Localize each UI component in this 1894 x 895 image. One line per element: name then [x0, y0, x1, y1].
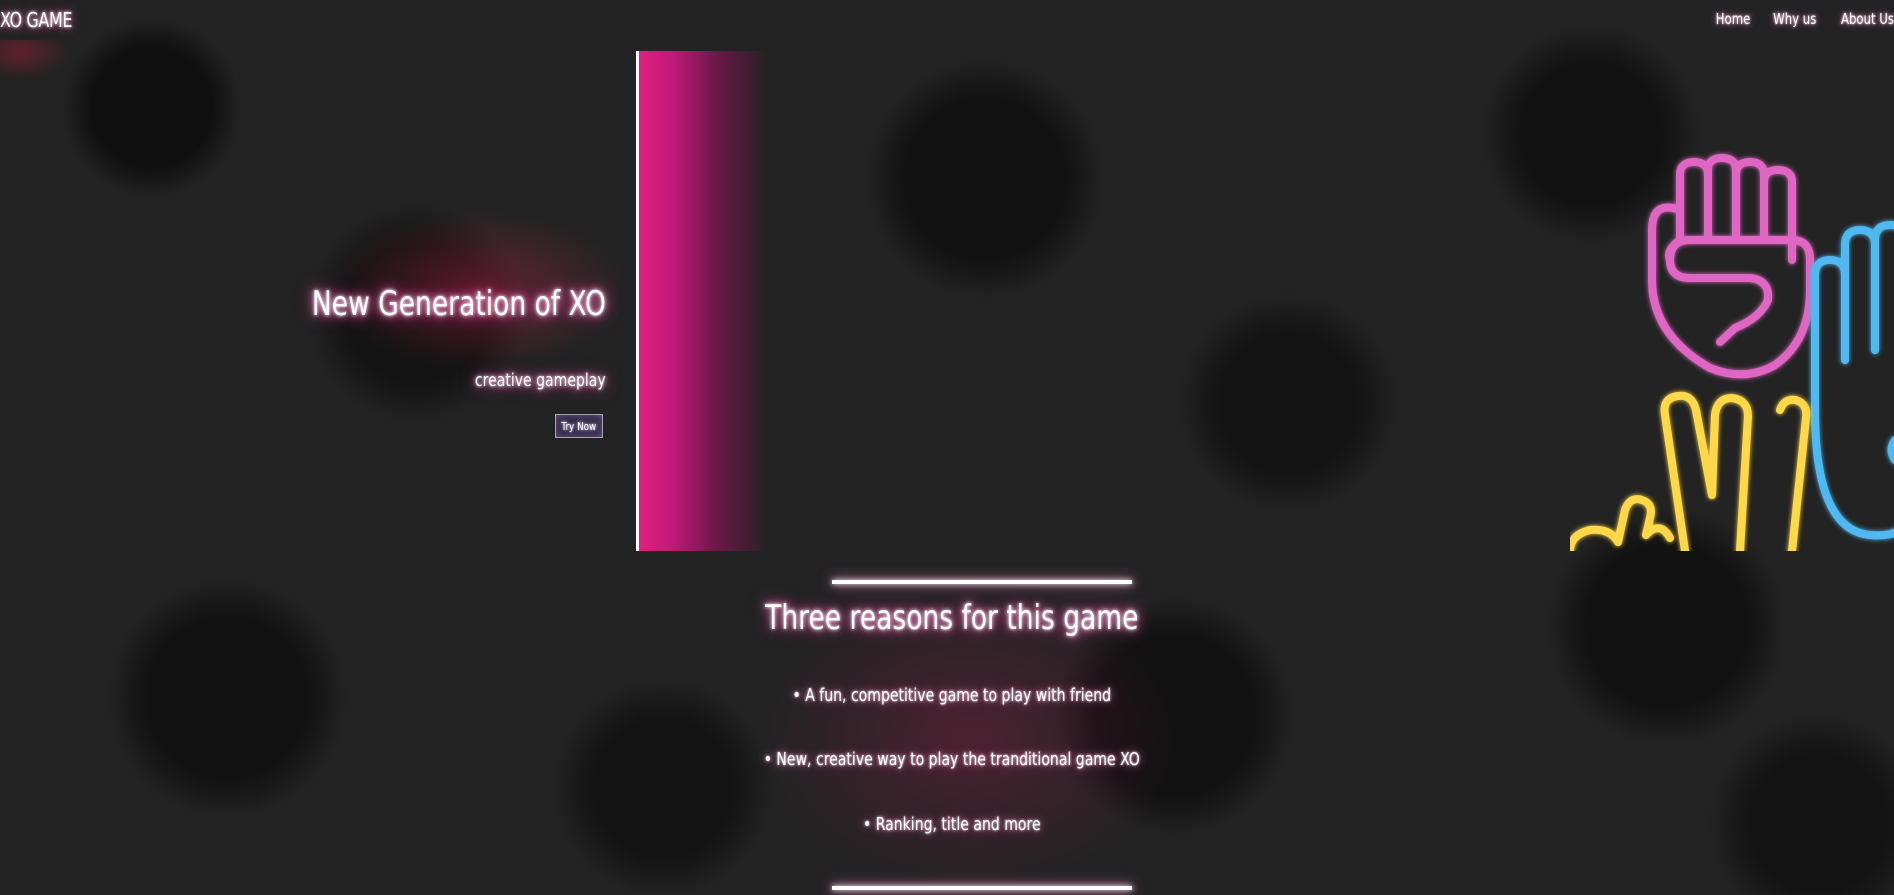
neon-hands-icon — [1570, 150, 1894, 551]
hero-title: New Generation of XO — [312, 284, 606, 324]
page: XO GAME Home Why us About Us New Generat… — [0, 0, 1894, 895]
nav-why-us[interactable]: Why us — [1773, 10, 1816, 28]
top-nav: Home Why us About Us — [1706, 10, 1894, 28]
reason-item-1: • A fun, competitive game to play with f… — [792, 685, 1112, 706]
reasons-title: Three reasons for this game — [765, 598, 1139, 638]
fist-icon — [1648, 154, 1814, 379]
reason-item-3: • Ranking, title and more — [862, 814, 1041, 835]
brand-logo[interactable]: XO GAME — [0, 8, 72, 32]
try-now-label: Try Now — [561, 419, 597, 433]
neon-hands-svg — [1570, 154, 1894, 551]
open-hand-icon — [1811, 221, 1894, 540]
nav-home[interactable]: Home — [1716, 10, 1751, 28]
nav-about-us[interactable]: About Us — [1841, 10, 1894, 28]
peace-hand-icon — [1570, 391, 1811, 551]
bottom-divider — [832, 886, 1132, 890]
brand-glow — [0, 40, 70, 80]
top-divider — [832, 580, 1132, 584]
try-now-button[interactable]: Try Now — [555, 414, 603, 438]
reason-item-2: • New, creative way to play the tranditi… — [763, 749, 1140, 770]
hero-subtitle: creative gameplay — [475, 370, 606, 391]
pink-gradient-panel — [636, 51, 769, 551]
